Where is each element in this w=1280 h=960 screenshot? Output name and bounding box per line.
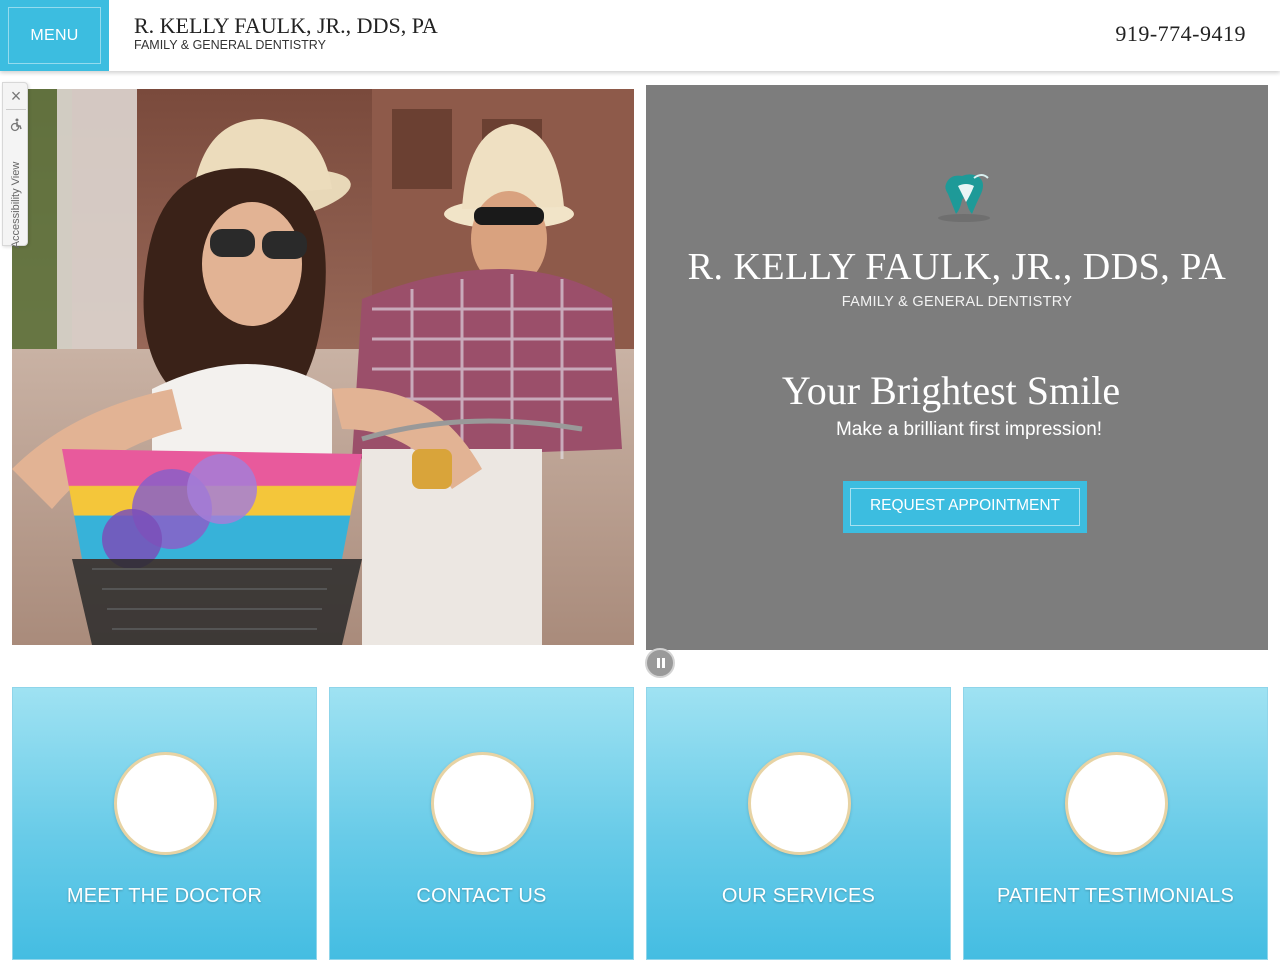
hero-practice-subtitle: FAMILY & GENERAL DENTISTRY: [841, 294, 1073, 310]
wheelchair-icon: [10, 118, 22, 132]
close-icon[interactable]: ×: [8, 87, 24, 105]
header-practice-name: R. KELLY FAULK, JR., DDS, PA: [134, 13, 438, 38]
card-contact-us[interactable]: CONTACT US: [329, 687, 634, 960]
hero-panel: R. KELLY FAULK, JR., DDS, PA FAMILY & GE…: [646, 85, 1268, 650]
menu-button[interactable]: MENU: [0, 0, 109, 71]
pause-icon[interactable]: [645, 648, 675, 678]
card-label: CONTACT US: [416, 885, 547, 907]
accessibility-divider: [6, 109, 26, 110]
card-icon-circle: [431, 752, 534, 855]
header-phone-link[interactable]: 919-774-9419: [1115, 21, 1246, 47]
header-practice-subtitle: FAMILY & GENERAL DENTISTRY: [134, 38, 326, 52]
hero-tagline: Make a brilliant first impression!: [835, 419, 1103, 440]
site-header: MENU R. KELLY FAULK, JR., DDS, PA FAMILY…: [0, 0, 1280, 71]
card-label: PATIENT TESTIMONIALS: [996, 885, 1234, 907]
hero-photo-illustration: [12, 89, 634, 645]
hero-headline: Your Brightest Smile: [781, 368, 1121, 413]
header-brand[interactable]: R. KELLY FAULK, JR., DDS, PA FAMILY & GE…: [134, 13, 438, 53]
card-meet-the-doctor[interactable]: MEET THE DOCTOR: [12, 687, 317, 960]
tooth-logo-icon: [938, 174, 990, 222]
menu-button-label: MENU: [30, 26, 79, 44]
hero-photo: [12, 89, 634, 645]
card-label: OUR SERVICES: [721, 885, 876, 907]
card-patient-testimonials[interactable]: PATIENT TESTIMONIALS: [963, 687, 1268, 960]
card-icon-circle: [114, 752, 217, 855]
accessibility-label: Accessibility View: [10, 161, 22, 249]
card-our-services[interactable]: OUR SERVICES: [646, 687, 951, 960]
card-label: MEET THE DOCTOR: [66, 885, 263, 907]
card-icon-circle: [1065, 752, 1168, 855]
card-icon-circle: [748, 752, 851, 855]
request-appointment-button[interactable]: REQUEST APPOINTMENT: [843, 481, 1087, 533]
hero-practice-name: R. KELLY FAULK, JR., DDS, PA: [687, 246, 1227, 288]
accessibility-tab[interactable]: × Accessibility View: [2, 82, 28, 249]
request-appointment-label: REQUEST APPOINTMENT: [869, 497, 1061, 514]
